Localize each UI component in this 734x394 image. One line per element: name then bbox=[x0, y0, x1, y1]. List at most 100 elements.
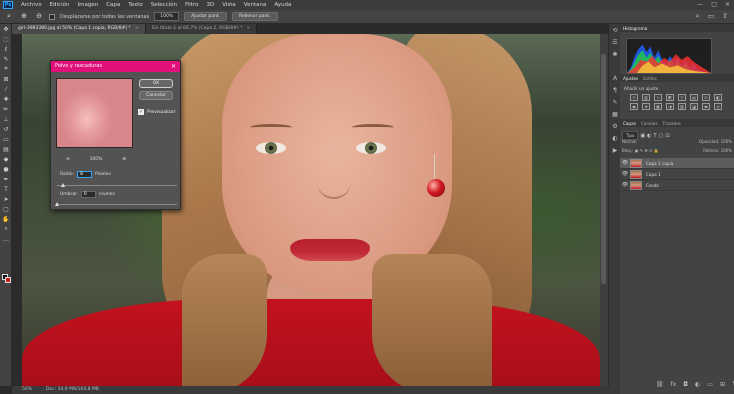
black-white-icon[interactable]: ◧ bbox=[714, 94, 722, 101]
hand-tool-icon[interactable]: ✋ bbox=[0, 214, 12, 224]
visibility-eye-icon[interactable]: 👁 bbox=[620, 160, 630, 166]
dodge-tool-icon[interactable]: ● bbox=[0, 164, 12, 174]
radius-input[interactable]: 8 bbox=[77, 171, 93, 178]
share-icon[interactable]: ⇧ bbox=[722, 12, 728, 21]
menu-ventana[interactable]: Ventana bbox=[240, 2, 271, 8]
tab-estilos[interactable]: Estilos bbox=[643, 76, 657, 81]
selective-color-icon[interactable]: ◎ bbox=[714, 103, 722, 110]
menu-ayuda[interactable]: Ayuda bbox=[270, 2, 295, 8]
menu-imagen[interactable]: Imagen bbox=[73, 2, 102, 8]
crop-tool-icon[interactable]: ⌗ bbox=[0, 64, 12, 74]
threshold-icon[interactable]: ◪ bbox=[690, 103, 698, 110]
hue-saturation-icon[interactable]: ▤ bbox=[690, 94, 698, 101]
workspace-icon[interactable]: ▭ bbox=[708, 12, 715, 21]
zoom-in-icon[interactable]: ⊕ bbox=[122, 157, 126, 162]
minimize-button[interactable]: — bbox=[697, 1, 703, 8]
menu-capa[interactable]: Capa bbox=[102, 2, 124, 8]
history-brush-icon[interactable]: ↺ bbox=[0, 124, 12, 134]
clone-stamp-icon[interactable]: ⊥ bbox=[0, 114, 12, 124]
fill-value[interactable]: 100% bbox=[721, 148, 732, 153]
close-tab-icon[interactable]: × bbox=[247, 26, 251, 31]
zoom-tool-sidebar-icon[interactable]: ⌕ bbox=[0, 224, 12, 234]
type-tool-icon[interactable]: T bbox=[0, 184, 12, 194]
threshold-slider[interactable] bbox=[55, 202, 177, 206]
layer-mask-icon[interactable]: ◘ bbox=[683, 381, 688, 388]
cancel-button[interactable]: Cancelar bbox=[139, 91, 173, 100]
zoom-out-icon[interactable]: ⊖ bbox=[34, 12, 44, 21]
radius-slider-handle[interactable] bbox=[61, 183, 65, 187]
fill-screen-button[interactable]: Rellenar pant. bbox=[232, 12, 278, 21]
menu-seleccion[interactable]: Selección bbox=[147, 2, 181, 8]
menu-vista[interactable]: Vista bbox=[218, 2, 240, 8]
menu-filtro[interactable]: Filtro bbox=[181, 2, 202, 8]
layer-style-icon[interactable]: fx bbox=[671, 381, 677, 388]
scrollbar-thumb[interactable] bbox=[601, 54, 606, 284]
lock-icons[interactable]: ▣ ✎ ✥ ⊡ 🔒 bbox=[635, 148, 659, 153]
filter-pixel-icon[interactable]: ▣ bbox=[640, 133, 645, 139]
quick-select-icon[interactable]: ✎ bbox=[0, 54, 12, 64]
eyedropper-icon[interactable]: ⁄ bbox=[0, 84, 12, 94]
fit-screen-button[interactable]: Ajustar pant. bbox=[184, 12, 228, 21]
preview-checkbox[interactable]: ✓ bbox=[138, 109, 144, 115]
filter-smart-icon[interactable]: ⊡ bbox=[665, 133, 669, 139]
new-layer-icon[interactable]: ⊞ bbox=[720, 381, 725, 388]
move-tool-icon[interactable]: ✥ bbox=[0, 24, 12, 34]
filter-shape-icon[interactable]: ▢ bbox=[659, 133, 664, 139]
marquee-tool-icon[interactable]: ⬚ bbox=[0, 34, 12, 44]
canvas-scrollbar[interactable] bbox=[600, 34, 608, 386]
maximize-button[interactable]: □ bbox=[711, 1, 717, 8]
healing-brush-icon[interactable]: ✚ bbox=[0, 94, 12, 104]
close-icon[interactable]: ✕ bbox=[171, 61, 176, 72]
tab-untitled-document[interactable]: Sin título-1 al 66,7% (Capa 2, RGB/8#) *… bbox=[145, 24, 258, 34]
filter-type-icon[interactable]: T bbox=[654, 133, 657, 139]
exposure-icon[interactable]: ◩ bbox=[666, 94, 674, 101]
brush-tool-icon[interactable]: ✏ bbox=[0, 104, 12, 114]
brightness-icon[interactable]: ☼ bbox=[630, 94, 638, 101]
layer-row-fondo[interactable]: 👁 Fondo bbox=[620, 180, 734, 191]
blur-tool-icon[interactable]: ◆ bbox=[0, 154, 12, 164]
status-zoom[interactable]: 50% bbox=[22, 386, 32, 394]
adjustment-layer-icon[interactable]: ◐ bbox=[695, 381, 700, 388]
link-layers-icon[interactable]: ⛓ bbox=[656, 381, 664, 388]
frame-tool-icon[interactable]: ⊠ bbox=[0, 74, 12, 84]
blend-mode-select[interactable]: Normal bbox=[622, 139, 636, 144]
radius-slider[interactable] bbox=[57, 183, 177, 187]
zoom-percent-field[interactable]: 100% bbox=[154, 12, 180, 21]
lasso-tool-icon[interactable]: ℓ bbox=[0, 44, 12, 54]
tab-trazados[interactable]: Trazados bbox=[663, 121, 681, 126]
search-icon[interactable]: ⌕ bbox=[696, 12, 700, 21]
tab-histograma[interactable]: Histograma bbox=[623, 26, 647, 31]
zoom-out-icon[interactable]: ⊖ bbox=[66, 157, 70, 162]
tab-capas[interactable]: Capas bbox=[623, 121, 636, 126]
menu-texto[interactable]: Texto bbox=[124, 2, 147, 8]
color-balance-icon[interactable]: ⚖ bbox=[702, 94, 710, 101]
gradient-map-icon[interactable]: ▬ bbox=[702, 103, 710, 110]
ok-button[interactable]: OK bbox=[139, 79, 173, 88]
menu-archivo[interactable]: Archivo bbox=[17, 2, 46, 8]
more-tools-icon[interactable]: … bbox=[0, 234, 12, 244]
menu-edicion[interactable]: Edición bbox=[46, 2, 74, 8]
scroll-all-checkbox[interactable] bbox=[49, 13, 55, 20]
tab-girl-document[interactable]: girl-3983380.jpg al 50% (Capa 1 copia, R… bbox=[12, 24, 146, 34]
opacity-value[interactable]: 100% bbox=[721, 139, 732, 144]
zoom-tool-icon[interactable]: ⌕ bbox=[4, 12, 14, 21]
menu-3d[interactable]: 3D bbox=[202, 2, 218, 8]
filter-adjust-icon[interactable]: ◐ bbox=[647, 133, 651, 139]
channel-mixer-icon[interactable]: ⊕ bbox=[642, 103, 650, 110]
tab-canales[interactable]: Canales bbox=[641, 121, 658, 126]
levels-icon[interactable]: ▥ bbox=[642, 94, 650, 101]
color-lookup-icon[interactable]: ▦ bbox=[654, 103, 662, 110]
vibrance-icon[interactable]: ▽ bbox=[678, 94, 686, 101]
photo-filter-icon[interactable]: ◉ bbox=[630, 103, 638, 110]
path-select-icon[interactable]: ➤ bbox=[0, 194, 12, 204]
pen-tool-icon[interactable]: ✒ bbox=[0, 174, 12, 184]
threshold-input[interactable]: 0 bbox=[80, 191, 96, 198]
close-tab-icon[interactable]: × bbox=[135, 26, 139, 31]
dialog-titlebar[interactable]: Polvo y rascaduras ✕ bbox=[51, 61, 180, 72]
threshold-slider-handle[interactable] bbox=[55, 202, 59, 206]
curves-icon[interactable]: ∿ bbox=[654, 94, 662, 101]
eraser-icon[interactable]: ▭ bbox=[0, 134, 12, 144]
layer-row-capa-1-copia[interactable]: 👁 Capa 1 copia bbox=[620, 158, 734, 169]
layer-row-capa-1[interactable]: 👁 Capa 1 bbox=[620, 169, 734, 180]
visibility-eye-icon[interactable]: 👁 bbox=[620, 182, 630, 188]
